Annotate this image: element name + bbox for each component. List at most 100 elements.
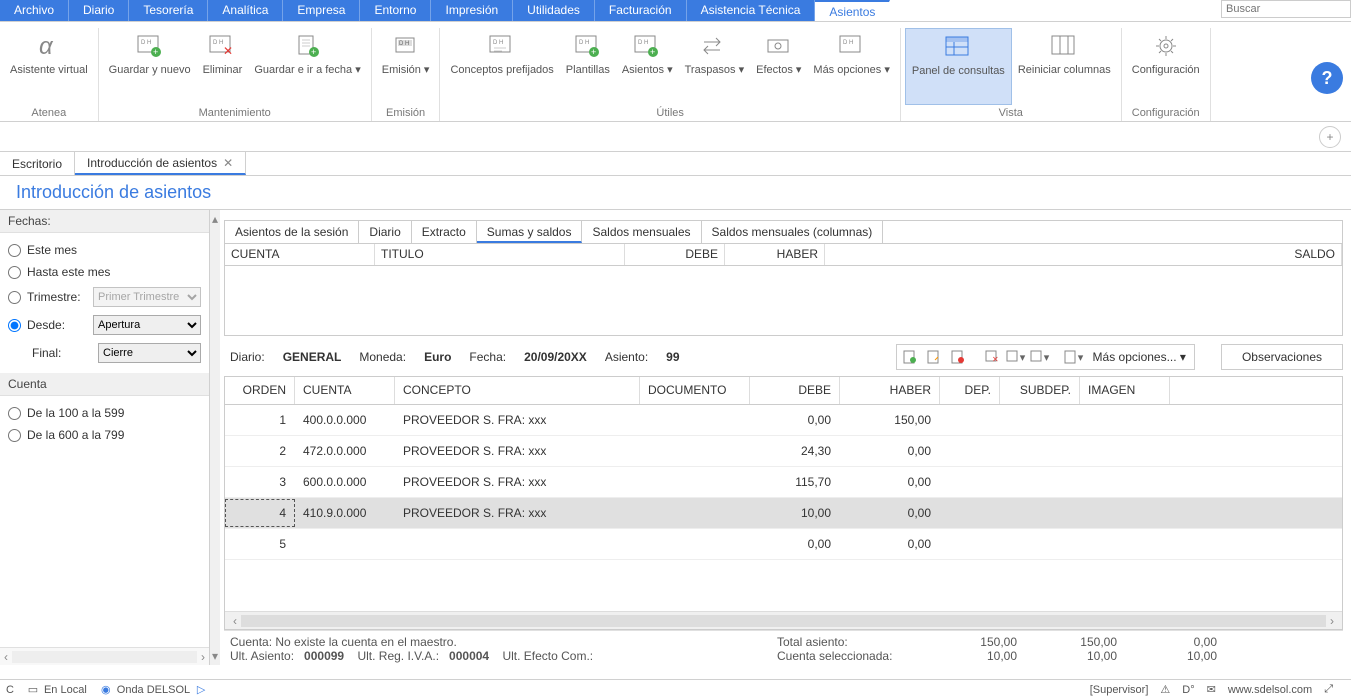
cell-imagen[interactable] (1080, 445, 1170, 457)
cell-haber[interactable]: 0,00 (840, 469, 940, 495)
cell-subdep[interactable] (1000, 538, 1080, 550)
cell-dep[interactable] (940, 507, 1000, 519)
cell-haber[interactable]: 0,00 (840, 531, 940, 557)
qtab-extracto[interactable]: Extracto (412, 221, 477, 243)
asistente-virtual-button[interactable]: α Asistente virtual (4, 28, 94, 105)
cell-imagen[interactable] (1080, 414, 1170, 426)
menu-asientos[interactable]: Asientos (815, 0, 890, 21)
cell-haber[interactable]: 150,00 (840, 407, 940, 433)
asiento-value[interactable]: 99 (666, 350, 679, 364)
menu-impresion[interactable]: Impresión (431, 0, 513, 21)
qtab-sumas-saldos[interactable]: Sumas y saldos (477, 221, 583, 243)
cell-cuenta[interactable]: 600.0.0.000 (295, 469, 395, 495)
table-row[interactable]: 50,000,00 (225, 529, 1342, 560)
reiniciar-columnas-button[interactable]: Reiniciar columnas (1012, 28, 1117, 105)
desde-select[interactable]: Apertura (93, 315, 201, 335)
mas-opciones-button[interactable]: D H Más opciones ▾ (807, 28, 895, 105)
menu-tesoreria[interactable]: Tesorería (129, 0, 208, 21)
cell-debe[interactable]: 10,00 (750, 500, 840, 526)
add-tab-button[interactable]: + (1319, 126, 1341, 148)
cell-concepto[interactable]: PROVEEDOR S. FRA: xxx (395, 500, 640, 526)
status-onda[interactable]: ◉Onda DELSOL▷ (99, 683, 208, 697)
cell-cuenta[interactable] (295, 538, 395, 550)
emision-button[interactable]: D H Emisión ▾ (376, 28, 436, 105)
cell-subdep[interactable] (1000, 445, 1080, 457)
tab-introduccion-asientos[interactable]: Introducción de asientos✕ (75, 152, 246, 175)
cell-documento[interactable] (640, 414, 750, 426)
configuracion-button[interactable]: Configuración (1126, 28, 1206, 105)
status-expand-icon[interactable]: ⤢ (1324, 683, 1333, 696)
menu-diario[interactable]: Diario (69, 0, 129, 21)
scroll-left-icon[interactable]: ‹ (4, 650, 8, 664)
col-documento[interactable]: DOCUMENTO (640, 377, 750, 404)
col-orden[interactable]: ORDEN (225, 377, 295, 404)
guardar-nuevo-button[interactable]: D H+ Guardar y nuevo (103, 28, 197, 105)
qtab-asientos-sesion[interactable]: Asientos de la sesión (225, 221, 359, 243)
cell-documento[interactable] (640, 507, 750, 519)
panel-consultas-button[interactable]: Panel de consultas (905, 28, 1012, 105)
cell-cuenta[interactable]: 410.9.0.000 (295, 500, 395, 526)
tb-grid-del[interactable]: ✕ (981, 347, 1003, 367)
col-imagen[interactable]: IMAGEN (1080, 377, 1170, 404)
radio-este-mes[interactable] (8, 244, 21, 257)
observaciones-button[interactable]: Observaciones (1221, 344, 1343, 370)
traspasos-button[interactable]: Traspasos ▾ (679, 28, 751, 105)
col-dep[interactable]: DEP. (940, 377, 1000, 404)
cell-debe[interactable]: 24,30 (750, 438, 840, 464)
scroll-left-icon[interactable]: ‹ (233, 614, 237, 628)
radio-hasta-mes[interactable] (8, 266, 21, 279)
radio-desde[interactable] (8, 319, 21, 332)
left-hscroll[interactable]: ‹› (0, 647, 209, 665)
table-row[interactable]: 4410.9.0.000PROVEEDOR S. FRA: xxx 10,000,… (225, 498, 1342, 529)
cell-concepto[interactable] (395, 538, 640, 550)
status-en-local[interactable]: ▭En Local (26, 683, 87, 697)
plantillas-button[interactable]: D H+ Plantillas (560, 28, 616, 105)
qtab-diario[interactable]: Diario (359, 221, 411, 243)
tb-doc-add[interactable] (899, 347, 921, 367)
cell-subdep[interactable] (1000, 476, 1080, 488)
cell-subdep[interactable] (1000, 507, 1080, 519)
more-options-dd[interactable]: Más opciones... ▾ (1087, 350, 1192, 364)
table-row[interactable]: 1400.0.0.000PROVEEDOR S. FRA: xxx0,00150… (225, 405, 1342, 436)
search-input[interactable] (1221, 0, 1351, 18)
menu-entorno[interactable]: Entorno (360, 0, 431, 21)
cell-orden[interactable]: 5 (225, 531, 295, 557)
cell-imagen[interactable] (1080, 507, 1170, 519)
menu-utilidades[interactable]: Utilidades (513, 0, 595, 21)
cell-dep[interactable] (940, 538, 1000, 550)
final-select[interactable]: Cierre (98, 343, 201, 363)
cell-concepto[interactable]: PROVEEDOR S. FRA: xxx (395, 407, 640, 433)
tb-grid-dd1[interactable]: ▾ (1005, 347, 1027, 367)
help-button[interactable]: ? (1311, 62, 1343, 94)
trimestre-select[interactable]: Primer Trimestre (93, 287, 201, 307)
cell-concepto[interactable]: PROVEEDOR S. FRA: xxx (395, 469, 640, 495)
entries-hscroll[interactable]: ‹› (225, 611, 1342, 629)
cell-orden[interactable]: 2 (225, 438, 295, 464)
col-concepto[interactable]: CONCEPTO (395, 377, 640, 404)
cell-documento[interactable] (640, 445, 750, 457)
scroll-right-icon[interactable]: › (201, 650, 205, 664)
tb-doc-remove[interactable] (947, 347, 969, 367)
cell-imagen[interactable] (1080, 538, 1170, 550)
tab-escritorio[interactable]: Escritorio (0, 152, 75, 175)
status-warn-icon[interactable]: ⚠ (1160, 683, 1170, 696)
qtab-saldos-mensuales-col[interactable]: Saldos mensuales (columnas) (702, 221, 884, 243)
col-cuenta[interactable]: CUENTA (295, 377, 395, 404)
tb-doc-edit[interactable] (923, 347, 945, 367)
col-haber[interactable]: HABER (840, 377, 940, 404)
cell-debe[interactable]: 115,70 (750, 469, 840, 495)
cell-cuenta[interactable]: 472.0.0.000 (295, 438, 395, 464)
cell-dep[interactable] (940, 445, 1000, 457)
conceptos-button[interactable]: D H Conceptos prefijados (444, 28, 559, 105)
efectos-button[interactable]: Efectos ▾ (750, 28, 807, 105)
splitter[interactable]: ▴▾ (210, 210, 220, 665)
cell-dep[interactable] (940, 414, 1000, 426)
cell-orden[interactable]: 4 (225, 499, 295, 527)
asientos-dd-button[interactable]: D H+ Asientos ▾ (616, 28, 679, 105)
status-d-icon[interactable]: D° (1182, 684, 1194, 696)
radio-trimestre[interactable] (8, 291, 21, 304)
status-mail-icon[interactable]: ✉ (1207, 683, 1216, 696)
cell-documento[interactable] (640, 476, 750, 488)
cell-haber[interactable]: 0,00 (840, 500, 940, 526)
radio-cuenta-100[interactable] (8, 407, 21, 420)
